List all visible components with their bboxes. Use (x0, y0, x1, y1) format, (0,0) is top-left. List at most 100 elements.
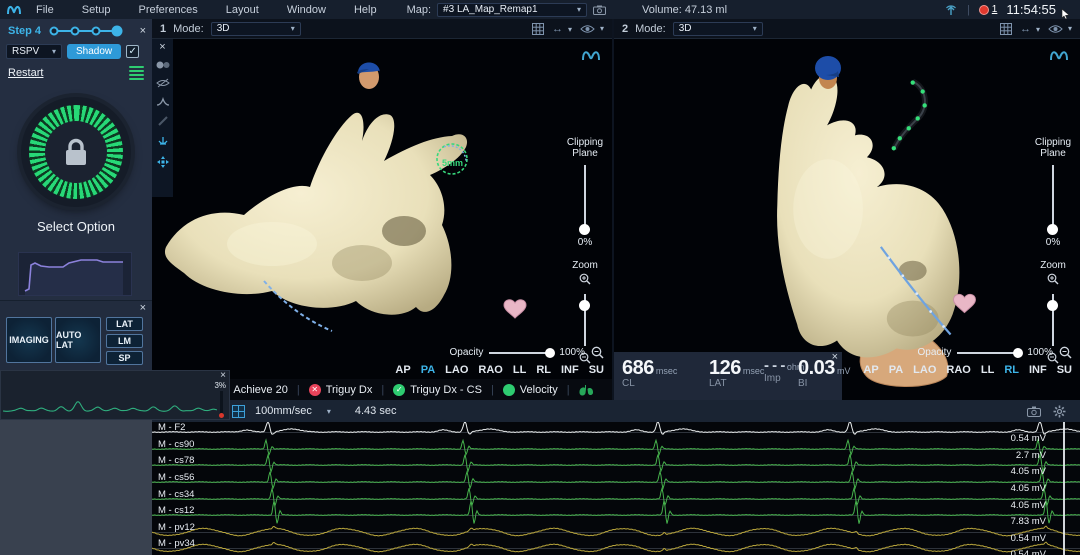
orientation-lao[interactable]: LAO (445, 364, 468, 376)
lat-button[interactable]: LAT (106, 317, 143, 331)
catheter-chip[interactable]: ✓ Triguy Dx - CS (393, 384, 482, 396)
orientation-su[interactable]: SU (589, 364, 604, 376)
opacity-slider[interactable] (957, 352, 1021, 354)
list-menu-icon[interactable] (129, 66, 144, 80)
orientation-rao[interactable]: RAO (478, 364, 502, 376)
anchor-marker-icon[interactable] (156, 136, 170, 146)
close-icon[interactable]: × (220, 371, 226, 381)
orientation-rl[interactable]: RL (1004, 364, 1019, 376)
settings-gear-icon[interactable] (1053, 405, 1066, 418)
orientation-pa[interactable]: PA (889, 364, 903, 376)
ecg-channel-label[interactable]: M - cs12 (158, 505, 194, 516)
catheter-chip-label: Achieve 20 (233, 384, 287, 396)
zoom-in-icon[interactable] (579, 273, 591, 285)
restart-link[interactable]: Restart (8, 67, 43, 79)
viewport-1-toolbar: × (152, 39, 173, 197)
visibility-eye-icon[interactable]: ▾ (580, 24, 604, 34)
zoom-out-icon[interactable] (1059, 346, 1072, 359)
ecg-channel-label[interactable]: M - cs90 (158, 439, 194, 450)
gain-slider-handle[interactable] (219, 413, 224, 418)
menu-item-layout[interactable]: Layout (226, 4, 259, 16)
telemetry-antenna-icon[interactable] (944, 4, 958, 16)
time-window: 4.43 sec (355, 405, 397, 417)
lock-dial[interactable] (21, 97, 131, 207)
orientation-ap[interactable]: AP (395, 364, 410, 376)
pan-arrows-icon[interactable]: ↔▾ (552, 23, 572, 35)
shadow-checkbox[interactable]: ✓ (126, 45, 139, 58)
gain-slider[interactable] (220, 391, 223, 415)
brand-logo (580, 47, 602, 62)
menu-item-setup[interactable]: Setup (82, 4, 111, 16)
orientation-lao[interactable]: LAO (913, 364, 936, 376)
ecg-channel-label[interactable]: M - pv12 (158, 522, 195, 533)
sp-button[interactable]: SP (106, 351, 143, 365)
opacity-slider[interactable] (489, 352, 553, 354)
map-select[interactable]: #3 LA_Map_Remap1 ▾ (437, 3, 587, 17)
zoom-out-icon[interactable] (591, 346, 604, 359)
orientation-ll[interactable]: LL (981, 364, 994, 376)
zoom-in-icon[interactable] (1047, 273, 1059, 285)
clipping-plane-slider[interactable] (1052, 165, 1054, 231)
sweep-speed[interactable]: 100mm/sec (255, 405, 312, 417)
caliper-line[interactable] (1063, 422, 1065, 555)
shadow-button[interactable]: Shadow (67, 44, 121, 59)
zoom-slider[interactable] (584, 294, 586, 346)
close-icon[interactable]: × (140, 26, 146, 36)
pan-arrows-icon[interactable]: ↔▾ (1020, 23, 1040, 35)
chevron-down-icon: ▾ (52, 47, 56, 56)
patient-orientation-head-icon (352, 52, 386, 92)
ecg-channel-label[interactable]: M - pv34 (158, 538, 195, 549)
menu-item-help[interactable]: Help (354, 4, 377, 16)
green-status-icon (503, 384, 515, 396)
hide-model-eye-icon[interactable] (156, 78, 170, 88)
ecg-channel-label[interactable]: M - F2 (158, 422, 185, 433)
orientation-ap[interactable]: AP (863, 364, 878, 376)
layout-grid-icon[interactable] (1000, 23, 1012, 35)
ecg-panel: M - F20.54 mVM - cs902.7 mVM - cs784.05 … (152, 422, 1080, 555)
viewport-2[interactable]: 2 Mode: 3D ▾ ↔▾ ▾ Clipping Plane 0% (612, 19, 1080, 400)
ecg-channel-label[interactable]: M - cs56 (158, 472, 194, 483)
clipping-plane-slider[interactable] (584, 165, 586, 231)
anatomy-model-right[interactable] (614, 19, 1080, 400)
viewport-2-header: 2 Mode: 3D ▾ ↔▾ ▾ (614, 19, 1080, 39)
ecg-channel-label[interactable]: M - cs34 (158, 489, 194, 500)
orientation-rao[interactable]: RAO (946, 364, 970, 376)
ecg-channel-label[interactable]: M - cs78 (158, 455, 194, 466)
record-count: 1 (992, 4, 998, 15)
vein-select[interactable]: RSPV ▾ (6, 44, 62, 59)
chevron-down-icon: ▾ (291, 24, 295, 33)
close-icon[interactable]: × (159, 42, 165, 52)
close-icon[interactable]: × (140, 303, 146, 313)
orientation-rl[interactable]: RL (536, 364, 551, 376)
zoom-slider[interactable] (1052, 294, 1054, 346)
layout-grid-icon[interactable] (532, 23, 544, 35)
visibility-eye-icon[interactable]: ▾ (1048, 24, 1072, 34)
orientation-pa[interactable]: PA (421, 364, 435, 376)
orientation-su[interactable]: SU (1057, 364, 1072, 376)
orientation-ll[interactable]: LL (513, 364, 526, 376)
snapshot-camera-icon[interactable] (1027, 406, 1041, 417)
menu-item-file[interactable]: File (36, 4, 54, 16)
catheter-chip[interactable]: ✕ Triguy Dx (309, 384, 373, 396)
probe-icon[interactable] (157, 115, 169, 127)
mode-select[interactable]: 3D ▾ (673, 22, 763, 36)
step-progress-stepper[interactable] (47, 24, 125, 38)
imaging-button[interactable]: IMAGING (6, 317, 52, 363)
camera-icon[interactable] (593, 5, 606, 15)
catheter-chip[interactable]: Achieve 20 (233, 384, 287, 396)
sweep-grid-icon[interactable] (232, 405, 245, 418)
menu-item-window[interactable]: Window (287, 4, 326, 16)
dual-sphere-icon[interactable] (156, 61, 170, 69)
orientation-inf[interactable]: INF (1029, 364, 1047, 376)
catheter-chip[interactable]: Velocity (503, 384, 558, 396)
record-badge[interactable]: 1 (979, 4, 998, 15)
viewport-1[interactable]: 5mm 1 Mode: 3D ▾ ↔▾ ▾ (152, 19, 612, 400)
ecg-channel-value: 7.83 mV (1011, 516, 1046, 527)
auto-lat-button[interactable]: AUTO LAT (55, 317, 101, 363)
gaussian-curve-icon[interactable] (156, 97, 170, 106)
menu-item-preferences[interactable]: Preferences (138, 4, 197, 16)
move-4way-icon[interactable] (156, 155, 170, 169)
lm-button[interactable]: LM (106, 334, 143, 348)
orientation-inf[interactable]: INF (561, 364, 579, 376)
mode-select[interactable]: 3D ▾ (211, 22, 301, 36)
